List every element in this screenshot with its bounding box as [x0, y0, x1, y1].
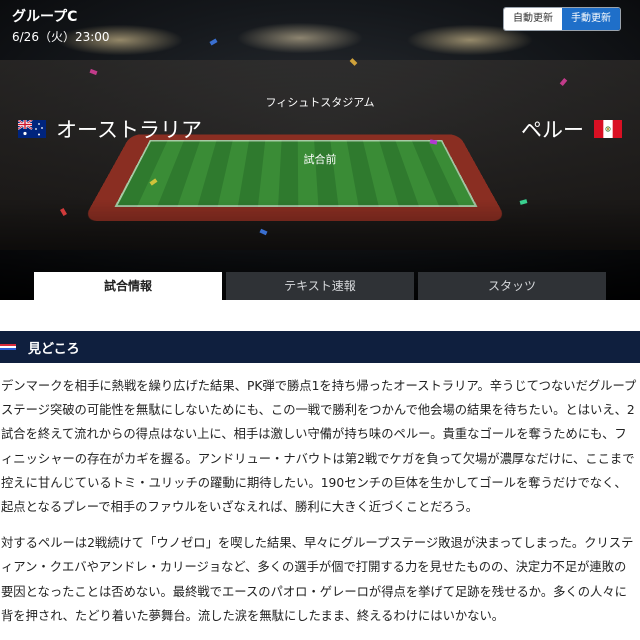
tab-text-live[interactable]: テキスト速報 [226, 272, 414, 300]
venue-name: フィシュトスタジアム [265, 96, 375, 109]
section-title: 見どころ [28, 341, 80, 357]
tab-stats[interactable]: スタッツ [418, 272, 606, 300]
preview-article: デンマークを相手に熱戦を繰り広げた結果、PK弾で勝点1を持ち帰ったオーストラリア… [1, 374, 637, 640]
section-header: 見どころ [0, 331, 640, 363]
group-label: グループC [12, 9, 78, 25]
match-status: 試合前 [303, 153, 337, 166]
manual-update-button[interactable]: 手動更新 [562, 8, 620, 30]
match-tabs: 試合情報 テキスト速報 スタッツ [34, 272, 606, 300]
away-team-name: ペルー [521, 118, 584, 142]
home-team-name: オーストラリア [56, 118, 202, 142]
section-marker [0, 344, 16, 350]
preview-paragraph: デンマークを相手に熱戦を繰り広げた結果、PK弾で勝点1を持ち帰ったオーストラリア… [1, 379, 637, 515]
auto-update-button[interactable]: 自動更新 [504, 8, 562, 30]
match-hero: グループC 6/26（火）23:00 自動更新 手動更新 フィシュトスタジアム … [0, 0, 640, 300]
tab-match-info[interactable]: 試合情報 [34, 272, 222, 300]
preview-paragraph: 対するペルーは2戦続けて「ウノゼロ」を喫した結果、早々にグループステージ敗退が決… [1, 536, 634, 623]
home-team[interactable]: オーストラリア [18, 114, 202, 144]
peru-flag-icon [594, 120, 622, 138]
away-team[interactable]: ペルー [521, 114, 622, 144]
match-date: 6/26（火）23:00 [12, 30, 110, 44]
update-toggle: 自動更新 手動更新 [503, 7, 621, 31]
australia-flag-icon [18, 120, 46, 138]
